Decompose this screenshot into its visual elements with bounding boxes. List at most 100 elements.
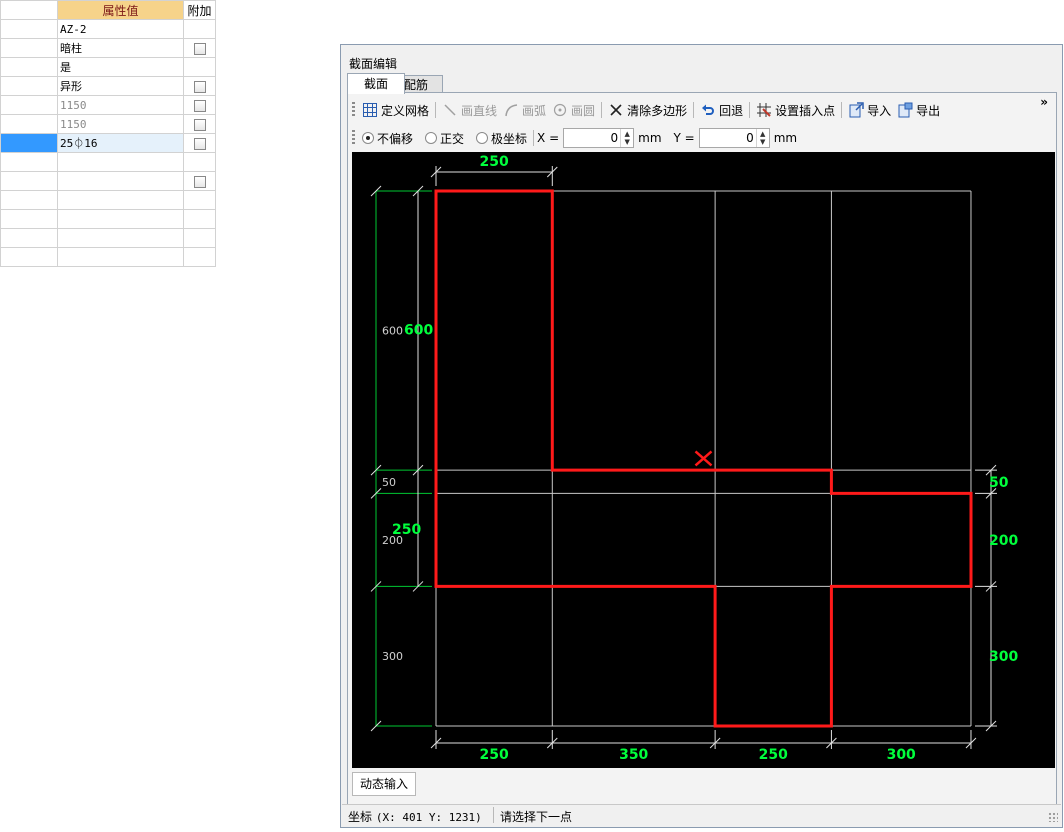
property-value-cell[interactable] (57, 171, 184, 191)
property-name-cell[interactable] (0, 171, 58, 191)
x-input[interactable] (564, 131, 621, 145)
header-extra: 附加 (183, 0, 216, 20)
section-edit-dialog: 截面编辑 截面 配筋 定义网格 画直线 画弧 画圆 清除多边形 回退 设置插入点… (340, 44, 1063, 828)
property-extra-cell (183, 57, 216, 77)
export-label: 导出 (916, 103, 941, 118)
property-name-cell[interactable] (0, 57, 58, 77)
status-message: 请选择下一点 (500, 810, 573, 824)
table-row[interactable]: 1150 (0, 114, 216, 134)
property-extra-cell[interactable] (183, 38, 216, 58)
table-row[interactable]: 异形 (0, 76, 216, 96)
property-value-cell[interactable]: 1150 (57, 114, 184, 134)
property-extra-cell (183, 19, 216, 39)
extra-checkbox[interactable] (193, 99, 206, 112)
x-stepper[interactable]: ▲▼ (563, 128, 635, 148)
y-unit: mm (773, 131, 798, 145)
bottom-dimension-label: 350 (619, 747, 648, 763)
property-extra-cell[interactable] (183, 95, 216, 115)
toolbar-grip[interactable] (352, 102, 355, 118)
property-name-cell[interactable] (0, 209, 58, 229)
table-row[interactable] (0, 228, 216, 248)
draw-arc-button[interactable]: 画弧 (500, 100, 549, 120)
toolbar-overflow-button[interactable]: » (1040, 95, 1048, 109)
export-button[interactable]: 导出 (894, 100, 943, 120)
table-row[interactable] (0, 152, 216, 172)
property-value-cell[interactable] (57, 228, 184, 248)
property-name-cell[interactable] (0, 38, 58, 58)
y-input[interactable] (699, 131, 756, 145)
property-value-cell[interactable]: 是 (57, 57, 184, 77)
property-name-cell[interactable] (0, 152, 58, 172)
extra-checkbox[interactable] (193, 42, 206, 55)
x-spin-buttons[interactable]: ▲ ▼ (620, 129, 633, 147)
property-extra-cell[interactable] (183, 171, 216, 191)
resize-grip-icon[interactable] (1048, 812, 1058, 822)
y-spin-buttons[interactable]: ▲ ▼ (755, 129, 769, 147)
draw-line-button[interactable]: 画直线 (439, 100, 500, 120)
clear-polygon-button[interactable]: 清除多边形 (605, 100, 690, 120)
property-name-cell[interactable] (0, 247, 58, 267)
mode-polar-radio[interactable]: 极坐标 (473, 128, 530, 148)
draw-circle-button[interactable]: 画圆 (549, 100, 598, 120)
property-extra-cell[interactable] (183, 133, 216, 153)
table-row[interactable]: 暗柱 (0, 38, 216, 58)
property-value-cell[interactable] (57, 190, 184, 210)
extra-checkbox[interactable] (193, 137, 206, 150)
property-name-cell[interactable] (0, 133, 58, 153)
extra-checkbox[interactable] (193, 175, 206, 188)
drawing-canvas[interactable]: 250 250 350 250 300 600 50 200 300 600 250 50 200 300 (352, 152, 1055, 768)
table-row[interactable] (0, 171, 216, 191)
property-value-cell[interactable]: 暗柱 (57, 38, 184, 58)
extra-checkbox[interactable] (193, 118, 206, 131)
property-name-cell[interactable] (0, 114, 58, 134)
export-icon (898, 102, 913, 118)
property-name-cell[interactable] (0, 190, 58, 210)
property-name-cell[interactable] (0, 228, 58, 248)
x-label: X = (537, 131, 560, 145)
property-value-cell[interactable]: 1150 (57, 95, 184, 115)
toolbar-separator (841, 102, 843, 118)
property-name-cell[interactable] (0, 95, 58, 115)
import-button[interactable]: 导入 (845, 100, 894, 120)
property-extra-cell (183, 209, 216, 229)
table-row[interactable]: AZ-2 (0, 19, 216, 39)
table-row[interactable]: 是 (0, 57, 216, 77)
extra-checkbox[interactable] (193, 80, 206, 93)
table-row[interactable] (0, 247, 216, 267)
property-value-cell[interactable] (57, 152, 184, 172)
coord-value: (X: 401 Y: 1231) (375, 811, 482, 824)
property-extra-cell[interactable] (183, 76, 216, 96)
property-name-cell[interactable] (0, 19, 58, 39)
undo-button[interactable]: 回退 (697, 100, 746, 120)
property-value-cell[interactable]: AZ-2 (57, 19, 184, 39)
mode-orthogonal-radio[interactable]: 正交 (422, 128, 467, 148)
clear-polygon-label: 清除多边形 (627, 103, 688, 118)
property-extra-cell (183, 190, 216, 210)
table-row[interactable]: 25⏀16 (0, 133, 216, 153)
dynamic-input-tab[interactable]: 动态输入 (352, 772, 416, 796)
property-grid: 属性值 附加 AZ-2 暗柱是异形 1150 1150 25⏀16 (0, 0, 216, 267)
status-bar: 坐标 (X: 401 Y: 1231) 请选择下一点 (342, 804, 1061, 825)
property-value-cell[interactable]: 异形 (57, 76, 184, 96)
property-value-cell[interactable] (57, 209, 184, 229)
property-value-cell[interactable] (57, 247, 184, 267)
table-row[interactable]: 1150 (0, 95, 216, 115)
left-axis-label: 50 (382, 476, 396, 489)
mode-no-offset-radio[interactable]: 不偏移 (359, 128, 416, 148)
set-insert-point-button[interactable]: 设置插入点 (753, 100, 838, 120)
y-stepper[interactable]: ▲▼ (698, 128, 770, 148)
table-row[interactable] (0, 209, 216, 229)
table-row[interactable] (0, 190, 216, 210)
line-icon (444, 104, 456, 116)
mode-orthogonal-label: 正交 (440, 131, 465, 146)
tab-section[interactable]: 截面 (347, 73, 405, 94)
right-dimension-label: 200 (989, 533, 1018, 549)
import-label: 导入 (867, 103, 892, 118)
toolbar-grip[interactable] (352, 130, 355, 146)
drawing-toolbar: 定义网格 画直线 画弧 画圆 清除多边形 回退 设置插入点 导入 导出 (352, 99, 943, 121)
section-drawing[interactable]: 250250 350 250 3006005020030060025050200300 (352, 152, 1055, 768)
property-extra-cell[interactable] (183, 114, 216, 134)
define-grid-button[interactable]: 定义网格 (359, 100, 432, 120)
property-name-cell[interactable] (0, 76, 58, 96)
property-value-cell[interactable]: 25⏀16 (57, 133, 184, 153)
